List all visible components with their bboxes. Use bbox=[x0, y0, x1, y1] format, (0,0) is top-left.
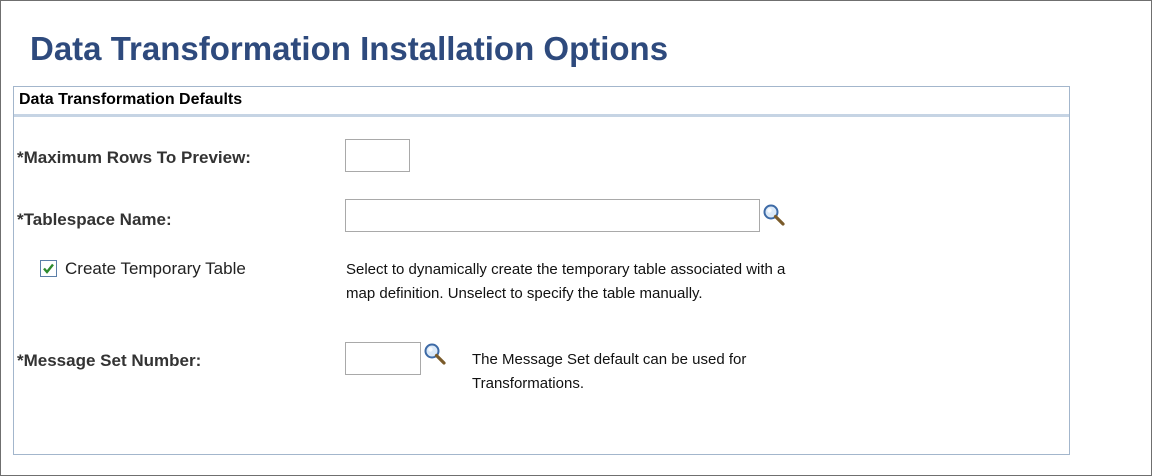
create-temp-table-checkbox[interactable] bbox=[40, 260, 57, 277]
message-set-number-label: *Message Set Number: bbox=[17, 351, 202, 370]
create-temp-table-description: Select to dynamically create the tempora… bbox=[346, 258, 785, 306]
create-temp-description-line1: Select to dynamically create the tempora… bbox=[346, 261, 786, 278]
message-set-lookup-icon[interactable] bbox=[423, 342, 447, 366]
create-temp-table-label[interactable]: Create Temporary Table bbox=[65, 259, 246, 279]
page-title: Data Transformation Installation Options bbox=[30, 30, 669, 67]
message-set-description-line2: Transformations. bbox=[472, 375, 584, 392]
checkmark-icon bbox=[43, 263, 54, 274]
group-header-title: Data Transformation Defaults bbox=[19, 91, 243, 108]
tablespace-name-input[interactable] bbox=[345, 199, 760, 232]
message-set-description: The Message Set default can be used for … bbox=[472, 348, 746, 396]
message-set-number-input[interactable] bbox=[345, 342, 421, 375]
tablespace-name-label: *Tablespace Name: bbox=[17, 210, 172, 229]
tablespace-lookup-icon[interactable] bbox=[762, 203, 786, 227]
max-rows-label: *Maximum Rows To Preview: bbox=[17, 148, 251, 167]
group-header: Data Transformation Defaults bbox=[14, 87, 1069, 117]
max-rows-input[interactable] bbox=[345, 139, 410, 172]
message-set-description-line1: The Message Set default can be used for bbox=[472, 351, 747, 368]
create-temp-description-line2: map definition. Unselect to specify the … bbox=[346, 285, 703, 302]
